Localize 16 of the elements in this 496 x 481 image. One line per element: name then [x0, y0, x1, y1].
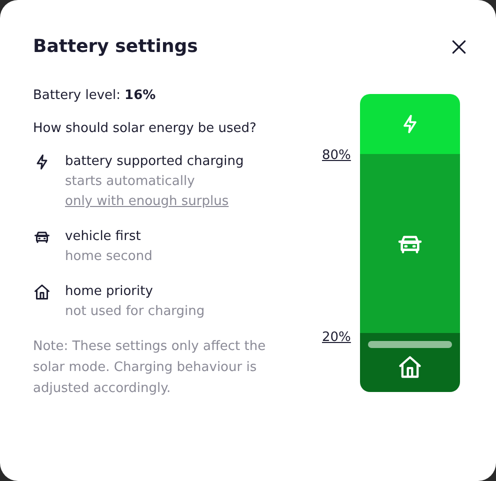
dialog-title: Battery settings	[33, 35, 198, 59]
option-title: vehicle first	[65, 228, 142, 246]
option-title: battery supported charging	[65, 153, 244, 171]
note-text: Note: These settings only affect the solar mode. Charging behaviour is adjusted accordingly.	[33, 338, 267, 398]
upper-threshold-link[interactable]: 80%	[322, 146, 351, 166]
question-text: How should solar energy be used?	[33, 120, 258, 138]
option-title: home priority	[65, 283, 154, 301]
option-subtitle: home second	[65, 248, 152, 266]
battery-level-value: 16%	[124, 87, 156, 105]
option-subtitle: starts automatically	[65, 173, 196, 191]
lower-zone[interactable]	[360, 333, 460, 392]
lower-threshold-link[interactable]: 20%	[322, 328, 351, 347]
option-subtitle: not used for charging	[65, 303, 205, 321]
battery-level-label: Battery level:	[33, 87, 121, 105]
house-icon	[33, 283, 51, 301]
house-icon	[397, 354, 423, 380]
